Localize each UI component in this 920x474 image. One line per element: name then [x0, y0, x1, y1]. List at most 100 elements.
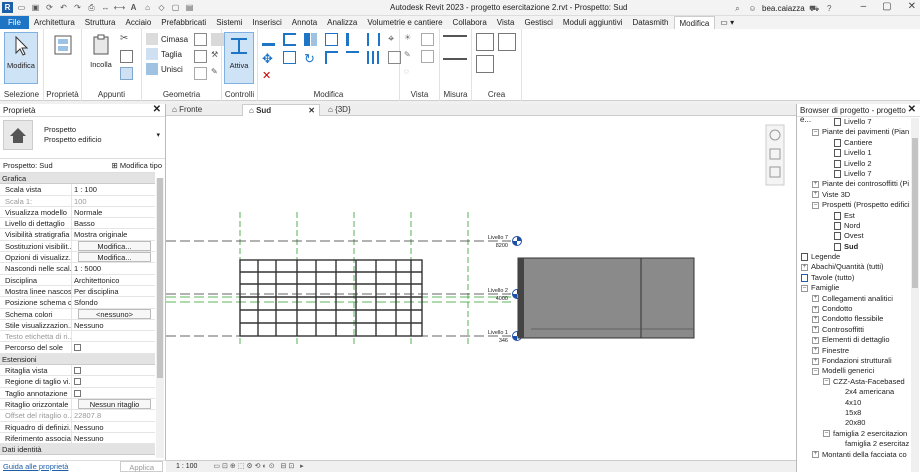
collapse-icon[interactable]: – [823, 378, 830, 386]
temporary-hide-icon[interactable]: ◌ [404, 67, 417, 80]
override-icon[interactable] [421, 33, 434, 46]
browser-item[interactable]: + Piante dei controsoffitti (Pi [797, 179, 911, 189]
tab-datasmith[interactable]: Datasmith [627, 16, 673, 29]
tab-inserisci[interactable]: Inserisci [247, 16, 286, 29]
browser-item[interactable]: + Abachi/Quantità (tutti) [797, 262, 911, 272]
expand-icon[interactable]: + [812, 347, 819, 355]
wall-joins-icon[interactable] [194, 50, 207, 63]
expand-icon[interactable]: + [812, 451, 819, 459]
split-face-icon[interactable] [194, 33, 207, 46]
property-value[interactable]: <nessuno> [72, 308, 155, 319]
property-value[interactable]: Sfondo [72, 297, 155, 307]
copy-element-icon[interactable] [283, 51, 296, 64]
array-icon[interactable] [367, 51, 380, 64]
create-assembly-icon[interactable] [476, 33, 494, 51]
filter-icon[interactable] [421, 50, 434, 63]
drawing-canvas[interactable]: Livello 7 8200 Livello 2 4000 Livello 1 … [166, 117, 796, 458]
tab-sistemi[interactable]: Sistemi [211, 16, 247, 29]
property-value[interactable]: Modifica... [72, 240, 155, 251]
switch-windows-icon[interactable]: ▤ [184, 2, 195, 13]
view-control-icons[interactable]: ▭⊡⊕⬚⚙⟲◐⊙ ⊟⊡ ▸ [213, 463, 305, 470]
text-icon[interactable]: A [128, 2, 139, 13]
hide-icon[interactable]: ☀ [404, 33, 417, 46]
trim-icon[interactable] [325, 51, 338, 64]
cart-icon[interactable]: ⛟ [809, 3, 820, 14]
help-link[interactable]: Guida alle proprietà [3, 461, 68, 472]
property-value[interactable] [72, 342, 155, 352]
tab-modifica[interactable]: Modifica [673, 16, 716, 29]
property-value[interactable] [72, 388, 155, 398]
browser-item[interactable]: + Condotto flessibile [797, 314, 911, 324]
tab-volumetrie-e-cantiere[interactable]: Volumetrie e cantiere [362, 16, 447, 29]
join-button[interactable]: Unisci [146, 63, 183, 75]
browser-item[interactable]: – Modelli generici [797, 366, 911, 376]
help-icon[interactable]: ? [824, 3, 835, 14]
property-button[interactable]: <nessuno> [78, 308, 151, 319]
property-value[interactable]: Mostra originale [72, 229, 155, 239]
close-icon[interactable]: ✕ [153, 104, 161, 115]
match-type-icon[interactable] [120, 67, 133, 80]
browser-item[interactable]: + Condotto [797, 304, 911, 314]
property-value[interactable]: Basso [72, 218, 155, 228]
tab-struttura[interactable]: Struttura [80, 16, 121, 29]
property-value[interactable]: Architettonico [72, 275, 155, 285]
property-category[interactable]: Estensioni [0, 353, 155, 366]
browser-item[interactable]: – Famiglie [797, 283, 911, 293]
open-icon[interactable]: ▭ [16, 2, 27, 13]
expand-icon[interactable]: + [812, 191, 819, 199]
property-checkbox[interactable] [74, 378, 81, 386]
user-name[interactable]: bea.caiazza [762, 4, 805, 13]
expand-icon[interactable]: + [812, 315, 819, 323]
browser-item[interactable]: – Piante dei pavimenti (Pian [797, 127, 911, 137]
browser-item[interactable]: Livello 2 [797, 159, 911, 169]
mirror-draw-icon[interactable] [325, 33, 338, 46]
rotate-icon[interactable]: ↻ [304, 51, 317, 66]
mirror-axis-icon[interactable] [304, 33, 317, 46]
browser-scrollbar[interactable] [911, 118, 919, 472]
close-tab-icon[interactable]: ✕ [308, 105, 315, 117]
properties-scrollbar[interactable] [156, 178, 164, 458]
type-dropdown-icon[interactable]: ▾ [156, 131, 160, 139]
property-value[interactable]: 1 : 5000 [72, 263, 155, 273]
align-icon[interactable] [262, 33, 275, 46]
browser-item[interactable]: + Collegamenti analitici [797, 294, 911, 304]
expand-icon[interactable]: + [812, 336, 819, 344]
collapse-icon[interactable]: – [812, 128, 819, 136]
minimize-icon[interactable]: – [861, 1, 867, 12]
split-icon[interactable] [346, 33, 359, 46]
expand-icon[interactable]: + [812, 180, 819, 188]
unpin-icon[interactable]: ✕ [262, 69, 275, 82]
sync-icon[interactable]: ⟳ [44, 2, 55, 13]
browser-item[interactable]: – Prospetti (Prospetto edifici [797, 200, 911, 210]
browser-item[interactable]: – famiglia 2 esercitazion [797, 429, 911, 439]
browser-item[interactable]: + Controsoffitti [797, 325, 911, 335]
group-label-selezione[interactable]: Selezione [0, 90, 43, 99]
browser-item[interactable]: 2x4 americana [797, 387, 911, 397]
3d-view-icon[interactable]: ⌂ [142, 2, 153, 13]
create-group-icon[interactable] [476, 55, 494, 73]
tab-file[interactable]: File [0, 16, 29, 29]
browser-item[interactable]: Livello 7 [797, 117, 911, 127]
browser-item[interactable]: 4x10 [797, 398, 911, 408]
navigation-bar[interactable] [765, 124, 785, 186]
browser-item[interactable]: Livello 7 [797, 169, 911, 179]
split-gap-icon[interactable] [367, 33, 380, 46]
collapse-icon[interactable]: – [801, 284, 808, 292]
browser-item[interactable]: + Finestre [797, 346, 911, 356]
expand-icon[interactable]: + [812, 357, 819, 365]
cut-icon[interactable]: ✂ [120, 33, 133, 46]
property-value[interactable] [72, 365, 155, 375]
browser-item[interactable]: + Fondazioni strutturali [797, 356, 911, 366]
tab-analizza[interactable]: Analizza [322, 16, 362, 29]
type-selector[interactable]: Prospetto Prospetto edificio ▾ [0, 117, 165, 159]
close-icon[interactable]: ✕ [908, 1, 916, 12]
tab-sud[interactable]: ⌂ Sud ✕ [242, 104, 320, 116]
print-icon[interactable]: ⎙ [86, 2, 97, 13]
trim-single-icon[interactable] [346, 51, 359, 64]
property-button[interactable]: Modifica... [78, 240, 151, 251]
cut-geometry-button[interactable]: Taglia [146, 48, 182, 60]
dimension-icon[interactable]: ⟷ [114, 2, 125, 13]
property-checkbox[interactable] [74, 344, 81, 352]
measure-icon[interactable]: ↔ [100, 2, 111, 13]
browser-item[interactable]: Cantiere [797, 138, 911, 148]
